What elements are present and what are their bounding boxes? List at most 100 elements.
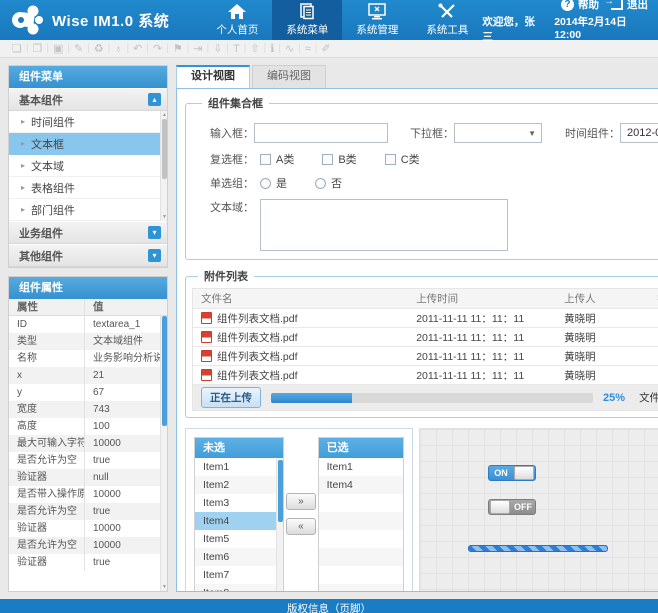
nav-item-system-menu[interactable]: 系统菜单 [272, 0, 342, 40]
props-row[interactable]: 最大可输入字符数10000 [9, 435, 167, 452]
props-row[interactable]: 验证器10000 [9, 520, 167, 537]
props-row[interactable]: 类型文本域组件 [9, 333, 167, 350]
unselected-scrollbar[interactable]: ▼ [276, 458, 283, 592]
props-row[interactable]: x21 [9, 367, 167, 384]
tab-code-view[interactable]: 编码视图 [252, 65, 326, 88]
checkbox-option-B类[interactable]: B类 [322, 151, 356, 167]
list-item-Item4[interactable]: Item4 [319, 476, 403, 494]
radio-option-是[interactable]: 是 [260, 175, 287, 191]
toggle-knob[interactable] [490, 500, 510, 514]
upload-percent: 25% [603, 392, 625, 404]
props-scrollbar[interactable]: ▼ [160, 316, 167, 591]
logout-button[interactable]: 退出 [611, 0, 648, 12]
props-row[interactable]: 验证器null [9, 469, 167, 486]
sidebar-item-部门组件[interactable]: ▸部门组件 [9, 199, 167, 221]
flag-icon[interactable]: ⚑ [169, 41, 187, 57]
expand-icon[interactable]: ▾ [148, 226, 161, 239]
curve-icon[interactable]: ≈ [301, 41, 315, 57]
list-item-Item1[interactable]: Item1 [195, 458, 283, 476]
uploading-button[interactable]: 正在上传 [201, 387, 261, 408]
attachment-file-name[interactable]: 组件列表文档.pdf [217, 330, 298, 345]
toggle-off-switch[interactable]: OFF [488, 499, 536, 515]
radio-icon[interactable] [315, 178, 326, 189]
prop-key: 验证器 [9, 554, 85, 571]
sidebar-item-文本框[interactable]: ▸文本框 [9, 133, 167, 155]
list-item-Item2[interactable]: Item2 [195, 476, 283, 494]
attachment-file-name[interactable]: 组件列表文档.pdf [217, 349, 298, 364]
text-input[interactable] [254, 123, 388, 143]
props-row[interactable]: 是否带入操作原因10000 [9, 486, 167, 503]
toggle-on-switch[interactable]: ON [488, 465, 536, 481]
sidebar-item-文本域[interactable]: ▸文本域 [9, 155, 167, 177]
props-scrollbar-thumb[interactable] [162, 316, 167, 426]
menu-scrollbar-thumb[interactable] [162, 119, 167, 179]
props-row[interactable]: 宽度743 [9, 401, 167, 418]
file-export-icon[interactable]: ⇧ [246, 41, 263, 57]
checkbox-option-C类[interactable]: C类 [385, 151, 420, 167]
list-item-Item6[interactable]: Item6 [195, 548, 283, 566]
move-left-button[interactable]: « [286, 518, 316, 535]
list-item-Item8[interactable]: Item8 [195, 584, 283, 592]
selected-title: 已选 [319, 438, 403, 458]
list-item-Item4[interactable]: Item4 [195, 512, 283, 530]
unselected-scrollbar-thumb[interactable] [278, 460, 283, 522]
list-item-Item7[interactable]: Item7 [195, 566, 283, 584]
redo-icon[interactable]: ↷ [149, 41, 166, 57]
props-row[interactable]: 是否允许为空true [9, 503, 167, 520]
checkbox-icon[interactable] [385, 154, 396, 165]
tab-design-view[interactable]: 设计视图 [176, 65, 250, 88]
nav-item-system-admin[interactable]: 系统管理 [342, 0, 412, 40]
edit-document-icon[interactable]: ✎ [70, 41, 87, 57]
sidebar-item-表格组件[interactable]: ▸表格组件 [9, 177, 167, 199]
list-item-Item1[interactable]: Item1 [319, 458, 403, 476]
toggle-on-label: ON [489, 468, 513, 478]
nav-item-home[interactable]: 个人首页 [202, 0, 272, 40]
list-item-Item5[interactable]: Item5 [195, 530, 283, 548]
date-picker[interactable]: 2012-07-01 ▦ [620, 123, 658, 143]
indent-icon[interactable]: ⇥ [189, 41, 206, 57]
toggle-knob[interactable] [514, 466, 534, 480]
radio-option-否[interactable]: 否 [315, 175, 342, 191]
checkbox-icon[interactable] [322, 154, 333, 165]
dropdown-select[interactable]: ▼ [454, 123, 542, 143]
pencil-icon[interactable]: ✐ [317, 41, 334, 57]
line-icon[interactable]: ∿ [281, 41, 298, 57]
text-icon[interactable]: T [229, 41, 244, 57]
date-label: 时间组件： [542, 125, 620, 141]
download-icon[interactable]: ⇩ [209, 41, 226, 57]
props-row[interactable]: y67 [9, 384, 167, 401]
list-item-empty [319, 512, 403, 530]
open-folder-icon[interactable]: ❐ [28, 41, 46, 57]
collapse-icon[interactable]: ▴ [148, 93, 161, 106]
move-right-button[interactable]: » [286, 493, 316, 510]
props-row[interactable]: 是否允许为空true [9, 452, 167, 469]
accordion-basic-components[interactable]: 基本组件 ▴ [9, 88, 167, 111]
attachment-file-name[interactable]: 组件列表文档.pdf [217, 311, 298, 326]
props-row[interactable]: 验证器true [9, 554, 167, 571]
attachment-file-name[interactable]: 组件列表文档.pdf [217, 368, 298, 383]
props-row[interactable]: 是否允许为空10000 [9, 537, 167, 554]
props-row[interactable]: 高度100 [9, 418, 167, 435]
radio-icon[interactable] [260, 178, 271, 189]
menu-scrollbar[interactable]: ▲▼ [160, 111, 167, 221]
sidebar-item-时间组件[interactable]: ▸时间组件 [9, 111, 167, 133]
textarea-field[interactable] [260, 199, 508, 251]
help-button[interactable]: ? 帮助 [561, 0, 599, 12]
save-icon[interactable]: ▣ [49, 41, 67, 57]
accordion-business-components[interactable]: 业务组件 ▾ [9, 221, 167, 244]
delete-icon[interactable]: ♻ [90, 41, 108, 57]
undo-icon[interactable]: ↶ [129, 41, 146, 57]
new-file-icon[interactable]: ❏ [8, 41, 26, 57]
accordion-other-components[interactable]: 其他组件 ▾ [9, 244, 167, 267]
textarea-label: 文本域： [196, 199, 254, 215]
nav-item-system-tools[interactable]: 系统工具 [412, 0, 482, 40]
expand-icon[interactable]: ▾ [148, 249, 161, 262]
prop-key: 最大可输入字符数 [9, 435, 85, 452]
file-info-icon[interactable]: ℹ [266, 41, 278, 57]
checkbox-option-A类[interactable]: A类 [260, 151, 294, 167]
checkbox-icon[interactable] [260, 154, 271, 165]
props-row[interactable]: 名称业务影响分析说明 [9, 350, 167, 367]
props-row[interactable]: IDtextarea_1 [9, 316, 167, 333]
publish-icon[interactable]: ♁ [110, 41, 126, 57]
list-item-Item3[interactable]: Item3 [195, 494, 283, 512]
